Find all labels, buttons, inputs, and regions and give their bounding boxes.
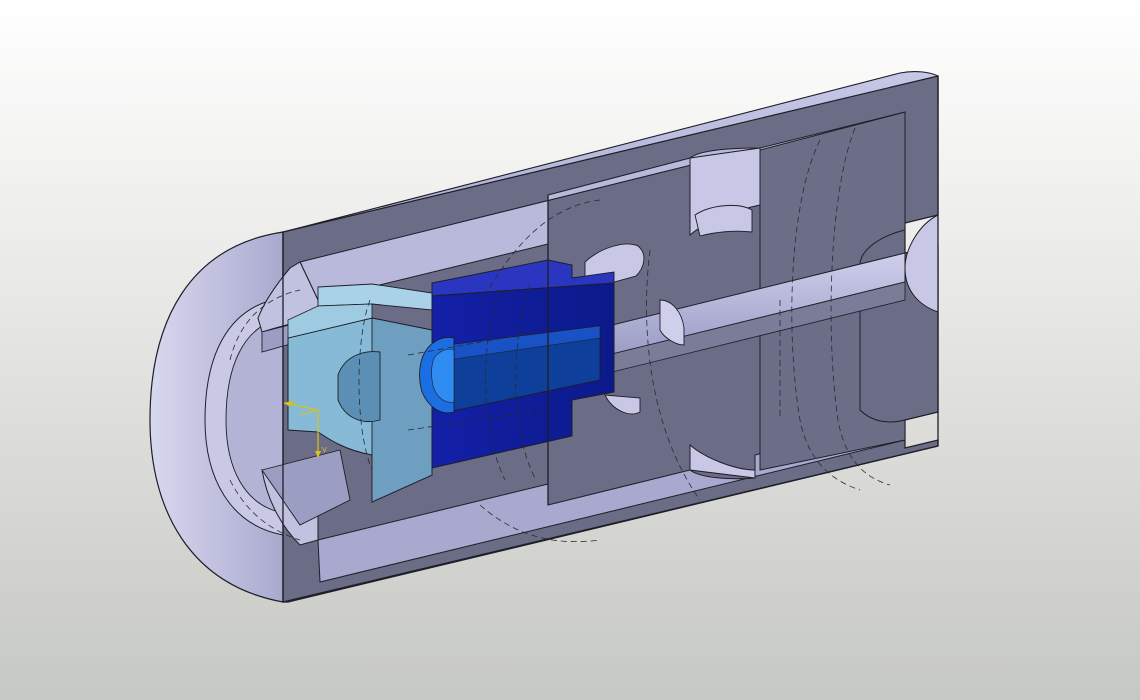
triad-x-label: H xyxy=(290,399,295,407)
triad-y-label: V xyxy=(322,446,327,454)
upper-side-hole-2 xyxy=(694,204,753,237)
light-blue-insert-cone xyxy=(371,317,433,503)
viewport-canvas[interactable]: H V xyxy=(0,0,1140,700)
3d-viewport[interactable]: H V xyxy=(0,0,1140,700)
